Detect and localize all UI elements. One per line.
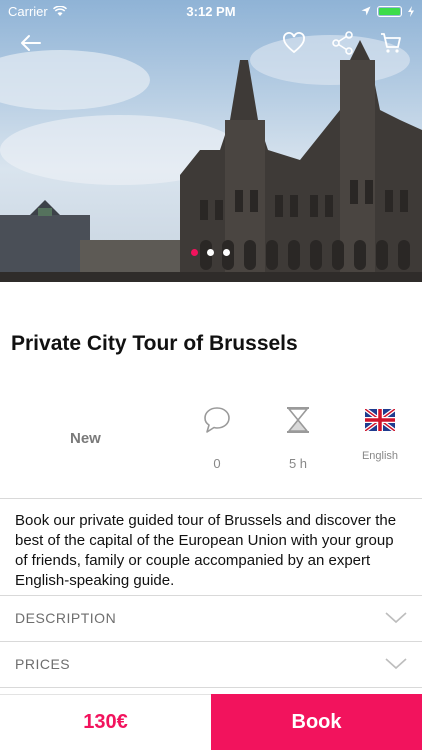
carousel-indicator[interactable] xyxy=(191,249,230,256)
back-button[interactable] xyxy=(18,30,44,56)
new-badge: New xyxy=(70,430,101,447)
cart-icon xyxy=(381,33,401,53)
chevron-down-icon xyxy=(385,658,407,670)
status-bar: Carrier 3:12 PM xyxy=(0,0,422,22)
language-value: English xyxy=(361,450,399,462)
booking-bar: 130€ Book xyxy=(0,694,422,750)
prices-label: PRICES xyxy=(15,656,71,672)
tour-title: Private City Tour of Brussels xyxy=(11,332,298,355)
price-label: 130€ xyxy=(0,694,211,750)
description-section[interactable]: DESCRIPTION xyxy=(0,595,422,641)
share-icon xyxy=(332,31,353,55)
divider xyxy=(0,498,422,499)
heart-icon xyxy=(283,32,305,54)
uk-flag-icon xyxy=(363,407,397,433)
clock: 3:12 PM xyxy=(186,3,236,19)
language-stat: English xyxy=(350,405,410,462)
hourglass-icon xyxy=(287,407,309,433)
description-label: DESCRIPTION xyxy=(15,610,117,626)
duration-value: 5 h xyxy=(288,456,308,471)
reviews-stat[interactable]: 0 xyxy=(187,405,247,471)
speech-bubble-icon xyxy=(204,407,230,433)
divider xyxy=(0,687,422,688)
share-button[interactable] xyxy=(330,30,356,56)
tour-summary: Book our private guided tour of Brussels… xyxy=(15,512,397,589)
carousel-dot-2[interactable] xyxy=(207,249,214,256)
cart-button[interactable] xyxy=(378,30,404,56)
chevron-down-icon xyxy=(385,612,407,624)
prices-section[interactable]: PRICES xyxy=(0,641,422,687)
building-photo xyxy=(0,35,422,282)
tour-stats: New 0 5 h English xyxy=(0,405,422,475)
carousel-dot-1[interactable] xyxy=(191,249,198,256)
book-button[interactable]: Book xyxy=(211,694,422,750)
back-arrow-icon xyxy=(21,35,41,51)
duration-stat: 5 h xyxy=(268,405,328,471)
battery-icon xyxy=(377,5,402,17)
hero-image[interactable] xyxy=(0,0,422,282)
favorite-button[interactable] xyxy=(281,30,307,56)
reviews-count: 0 xyxy=(213,456,221,471)
carousel-dot-3[interactable] xyxy=(223,249,230,256)
